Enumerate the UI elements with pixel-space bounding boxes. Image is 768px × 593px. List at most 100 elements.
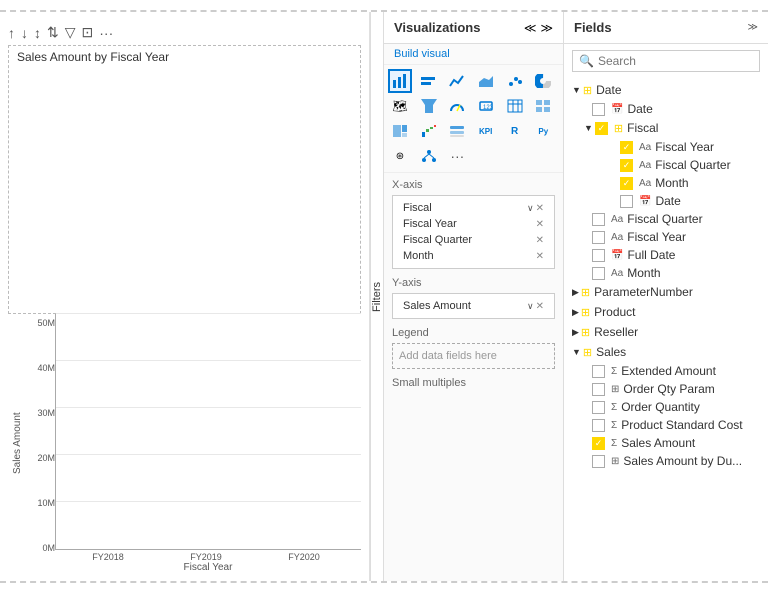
viz-icon-kpi[interactable]: KPI (474, 119, 498, 143)
viz-icon-column-chart[interactable] (417, 69, 441, 93)
viz-panel-header: Visualizations ≪ ≫ (384, 12, 563, 44)
x-axis-expand-icon[interactable]: ∨ (527, 203, 534, 214)
search-box[interactable]: 🔍 (572, 50, 760, 72)
date-group-name: Date (596, 83, 621, 97)
field-group-product: ▶ ⊞ Product (564, 302, 768, 322)
field-checkbox-extended-amount[interactable] (592, 365, 605, 378)
field-item-month-extra[interactable]: Aa Month (564, 264, 768, 282)
field-item-sales-amount-du[interactable]: ⊞ Sales Amount by Du... (564, 452, 768, 470)
sort-desc-icon[interactable]: ↓ (21, 25, 28, 41)
field-item-sales-amount[interactable]: Σ Sales Amount (564, 434, 768, 452)
legend-drop-area[interactable]: Add data fields here (392, 343, 555, 369)
more-options-icon[interactable]: ··· (99, 25, 113, 41)
field-item-order-quantity[interactable]: Σ Order Quantity (564, 398, 768, 416)
field-group-reseller-header[interactable]: ▶ ⊞ Reseller (564, 322, 768, 342)
x-axis-chip-month-remove[interactable]: ✕ (536, 251, 544, 262)
viz-icon-treemap[interactable] (388, 119, 412, 143)
viz-icon-table[interactable] (503, 94, 527, 118)
fields-expand-icon[interactable]: ≫ (748, 22, 758, 33)
field-group-sales-header[interactable]: ▼ ⊞ Sales (564, 342, 768, 362)
field-checkbox-date-fiscal[interactable] (620, 195, 633, 208)
x-axis-chip-fiscal-quarter-remove[interactable]: ✕ (536, 235, 544, 246)
fields-list: ▼ ⊞ Date 📅 Date ▼ ⊞ Fiscal (564, 78, 768, 581)
field-item-product-standard-cost[interactable]: Σ Product Standard Cost (564, 416, 768, 434)
field-checkbox-month-extra[interactable] (592, 267, 605, 280)
field-item-full-date[interactable]: 📅 Full Date (564, 246, 768, 264)
field-checkbox-fiscal[interactable] (595, 122, 608, 135)
field-checkbox-fiscal-year-extra[interactable] (592, 231, 605, 244)
viz-icon-slicer[interactable] (445, 119, 469, 143)
viz-icon-map[interactable]: 🗺 (388, 94, 412, 118)
viz-expand-icon[interactable]: ≫ (540, 21, 553, 35)
field-type-text-fiscal-year: Aa (639, 142, 651, 153)
field-checkbox-sales-amount-du[interactable] (592, 455, 605, 468)
viz-icon-line-chart[interactable] (445, 69, 469, 93)
field-checkbox-product-standard-cost[interactable] (592, 419, 605, 432)
viz-icon-card[interactable]: 123 (474, 94, 498, 118)
field-checkbox-date-top[interactable] (592, 103, 605, 116)
y-axis-remove-icon[interactable]: ✕ (536, 301, 544, 312)
fiscal-expand-icon: ▼ (584, 123, 593, 133)
field-checkbox-sales-amount[interactable] (592, 437, 605, 450)
field-checkbox-order-qty-param[interactable] (592, 383, 605, 396)
viz-icon-matrix[interactable] (531, 94, 555, 118)
field-checkbox-fiscal-quarter-checked[interactable] (620, 159, 633, 172)
viz-icon-area-chart[interactable] (474, 69, 498, 93)
field-item-date-top[interactable]: 📅 Date (564, 100, 768, 118)
sort-asc-icon[interactable]: ↑ (8, 25, 15, 41)
field-name-fiscal-quarter-extra: Fiscal Quarter (627, 212, 702, 226)
field-checkbox-fiscal-quarter-extra[interactable] (592, 213, 605, 226)
viz-icon-scatter[interactable] (503, 69, 527, 93)
field-checkbox-order-quantity[interactable] (592, 401, 605, 414)
viz-icon-python[interactable]: Py (531, 119, 555, 143)
viz-icon-r[interactable]: R (503, 119, 527, 143)
viz-icon-waterfall[interactable] (417, 119, 441, 143)
x-axis-remove-icon[interactable]: ✕ (536, 203, 544, 214)
date-table-icon: ⊞ (583, 84, 592, 97)
field-item-fiscal-quarter-extra[interactable]: Aa Fiscal Quarter (564, 210, 768, 228)
field-checkbox-fiscal-year-checked[interactable] (620, 141, 633, 154)
field-item-date-fiscal[interactable]: 📅 Date (576, 192, 768, 210)
focus-icon[interactable]: ⊡ (82, 24, 94, 41)
viz-icon-pie[interactable] (531, 69, 555, 93)
viz-icon-more[interactable]: ··· (445, 144, 469, 168)
x-axis-box[interactable]: Fiscal ∨ ✕ Fiscal Year ✕ Fiscal Quarter … (392, 195, 555, 269)
y-axis-field-name: Sales Amount (403, 300, 471, 312)
field-item-extended-amount[interactable]: Σ Extended Amount (564, 362, 768, 380)
field-checkbox-full-date[interactable] (592, 249, 605, 262)
field-item-order-qty-param[interactable]: ⊞ Order Qty Param (564, 380, 768, 398)
field-item-fiscal-year-extra[interactable]: Aa Fiscal Year (564, 228, 768, 246)
viz-icon-decomp[interactable] (417, 144, 441, 168)
expand-icon[interactable]: ⇅ (47, 24, 59, 41)
field-checkbox-month-checked[interactable] (620, 177, 633, 190)
fiscal-subgroup-name: Fiscal (627, 121, 658, 135)
x-axis-chip-fiscal-quarter[interactable]: Fiscal Quarter ✕ (399, 232, 548, 248)
filters-tab[interactable]: Filters (370, 12, 384, 581)
fiscal-subgroup-header[interactable]: ▼ ⊞ Fiscal (576, 118, 768, 138)
sort-both-icon[interactable]: ↕ (34, 25, 41, 41)
viz-icon-gauge[interactable] (445, 94, 469, 118)
y-axis-box[interactable]: Sales Amount ∨ ✕ (392, 293, 555, 319)
build-visual-tab[interactable]: Build visual (384, 44, 563, 65)
field-group-parameternumber-header[interactable]: ▶ ⊞ ParameterNumber (564, 282, 768, 302)
y-axis-section: Y-axis Sales Amount ∨ ✕ (392, 277, 555, 319)
field-group-product-header[interactable]: ▶ ⊞ Product (564, 302, 768, 322)
viz-icon-ai[interactable]: ⊛ (388, 144, 412, 168)
x-label-fy2018: FY2018 (59, 552, 157, 562)
field-group-date-header[interactable]: ▼ ⊞ Date (564, 80, 768, 100)
filter-icon[interactable]: ▽ (65, 24, 76, 41)
field-item-fiscal-quarter-checked[interactable]: Aa Fiscal Quarter (576, 156, 768, 174)
grid-line-3 (56, 407, 361, 408)
viz-collapse-icon[interactable]: ≪ (524, 21, 537, 35)
search-input[interactable] (598, 54, 753, 68)
x-axis-chip-fiscal-year[interactable]: Fiscal Year ✕ (399, 216, 548, 232)
field-item-fiscal-year-checked[interactable]: Aa Fiscal Year (576, 138, 768, 156)
viz-icon-bar-chart[interactable] (388, 69, 412, 93)
x-axis-chip-month[interactable]: Month ✕ (399, 248, 548, 264)
field-item-month-checked[interactable]: Aa Month (576, 174, 768, 192)
visualizations-panel: Visualizations ≪ ≫ Build visual (384, 12, 564, 581)
product-group-name: Product (594, 305, 635, 319)
viz-icon-funnel[interactable] (417, 94, 441, 118)
x-axis-chip-fiscal-year-remove[interactable]: ✕ (536, 219, 544, 230)
y-axis-expand-icon[interactable]: ∨ (527, 301, 534, 312)
